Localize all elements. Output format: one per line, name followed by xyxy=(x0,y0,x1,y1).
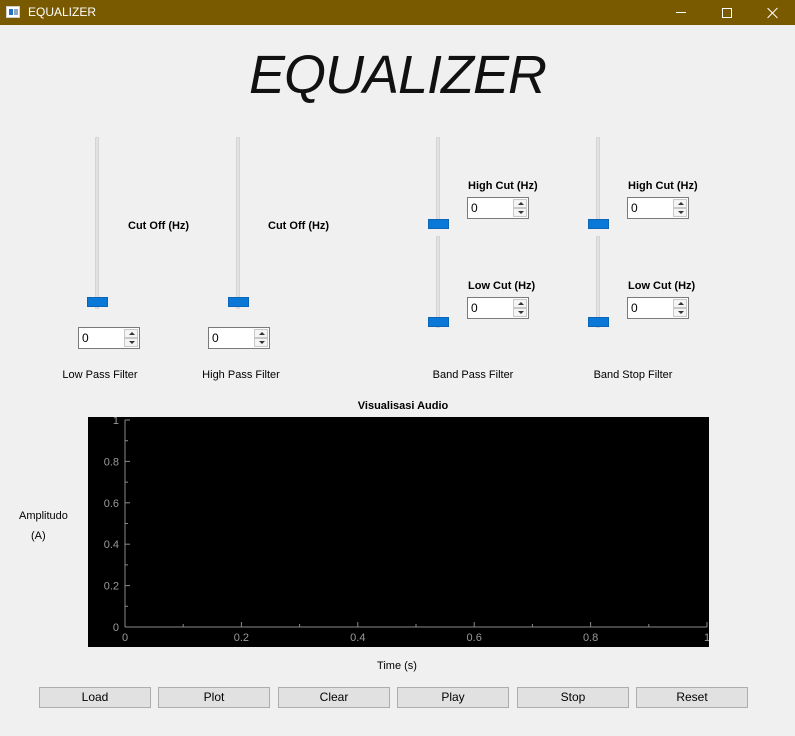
high-pass-cutoff-value: 0 xyxy=(212,331,219,345)
band-stop-low-cut-spinbox[interactable]: 0 xyxy=(627,297,689,319)
spin-down-icon[interactable] xyxy=(513,208,527,217)
title-bar: EQUALIZER xyxy=(0,0,795,25)
low-pass-slider-handle[interactable] xyxy=(87,297,108,307)
band-pass-high-slider-track[interactable] xyxy=(436,137,440,229)
x-axis-label: Time (s) xyxy=(377,660,417,672)
band-pass-high-cut-value: 0 xyxy=(471,201,478,215)
spin-up-icon[interactable] xyxy=(673,199,687,208)
high-pass-cutoff-spinbox[interactable]: 0 xyxy=(208,327,270,349)
low-pass-cutoff-label: Cut Off (Hz) xyxy=(128,220,190,232)
band-pass-filter-label: Band Pass Filter xyxy=(432,369,514,381)
maximize-icon xyxy=(722,7,732,18)
plot-canvas: 0 0.2 0.4 0.6 0.8 1 0 0.2 0.4 0.6 0.8 1 xyxy=(104,417,709,644)
stop-button[interactable]: Stop xyxy=(517,687,629,708)
audio-plot[interactable]: 0 0.2 0.4 0.6 0.8 1 0 0.2 0.4 0.6 0.8 1 xyxy=(88,417,709,647)
low-pass-slider-track[interactable] xyxy=(95,137,99,309)
high-pass-slider-handle[interactable] xyxy=(228,297,249,307)
low-pass-filter-label: Low Pass Filter xyxy=(62,369,138,381)
equalizer-window: EQUALIZER EQUALIZER Cut Off (Hz) 0 Low P… xyxy=(0,0,795,736)
y-tick-label: 0.8 xyxy=(104,456,119,468)
x-tick-label: 1 xyxy=(704,632,709,644)
close-button[interactable] xyxy=(750,0,795,25)
spin-down-icon[interactable] xyxy=(254,338,268,347)
minimize-icon xyxy=(676,12,686,13)
band-pass-low-cut-spinbox[interactable]: 0 xyxy=(467,297,529,319)
band-stop-high-cut-spinbox[interactable]: 0 xyxy=(627,197,689,219)
load-button[interactable]: Load xyxy=(39,687,151,708)
low-pass-cutoff-value: 0 xyxy=(82,331,89,345)
window-title: EQUALIZER xyxy=(28,5,97,19)
y-tick-label: 0.2 xyxy=(104,581,119,593)
spin-down-icon[interactable] xyxy=(673,208,687,217)
high-pass-slider-track[interactable] xyxy=(236,137,240,309)
band-pass-low-slider-handle[interactable] xyxy=(428,317,449,327)
maximize-button[interactable] xyxy=(704,0,750,25)
spin-up-icon[interactable] xyxy=(254,329,268,338)
clear-button[interactable]: Clear xyxy=(278,687,390,708)
spin-down-icon[interactable] xyxy=(124,338,138,347)
spin-up-icon[interactable] xyxy=(513,299,527,308)
y-axis-unit: (A) xyxy=(31,530,46,542)
band-stop-low-slider-handle[interactable] xyxy=(588,317,609,327)
chart-title: Visualisasi Audio xyxy=(357,400,449,412)
spin-up-icon[interactable] xyxy=(673,299,687,308)
x-tick-label: 0.4 xyxy=(350,632,365,644)
close-icon xyxy=(767,7,779,19)
band-stop-filter-label: Band Stop Filter xyxy=(593,369,673,381)
spin-down-icon[interactable] xyxy=(673,308,687,317)
band-stop-low-cut-value: 0 xyxy=(631,301,638,315)
band-stop-low-cut-label: Low Cut (Hz) xyxy=(628,280,696,292)
band-stop-high-cut-value: 0 xyxy=(631,201,638,215)
band-pass-high-cut-spinbox[interactable]: 0 xyxy=(467,197,529,219)
band-pass-high-cut-label: High Cut (Hz) xyxy=(468,180,538,192)
x-tick-label: 0 xyxy=(122,632,128,644)
spin-up-icon[interactable] xyxy=(513,199,527,208)
minimize-button[interactable] xyxy=(658,0,704,25)
low-pass-cutoff-spinbox[interactable]: 0 xyxy=(78,327,140,349)
band-pass-low-cut-label: Low Cut (Hz) xyxy=(468,280,536,292)
reset-button[interactable]: Reset xyxy=(636,687,748,708)
y-tick-label: 0.4 xyxy=(104,539,119,551)
high-pass-cutoff-label: Cut Off (Hz) xyxy=(268,220,330,232)
spin-up-icon[interactable] xyxy=(124,329,138,338)
plot-button[interactable]: Plot xyxy=(158,687,270,708)
play-button[interactable]: Play xyxy=(397,687,509,708)
band-pass-low-slider-track[interactable] xyxy=(436,236,440,328)
band-stop-high-slider-track[interactable] xyxy=(596,137,600,229)
x-tick-label: 0.2 xyxy=(234,632,249,644)
high-pass-filter-label: High Pass Filter xyxy=(202,369,280,381)
band-pass-high-slider-handle[interactable] xyxy=(428,219,449,229)
y-tick-label: 0 xyxy=(113,622,119,634)
band-stop-low-slider-track[interactable] xyxy=(596,236,600,328)
x-tick-label: 0.6 xyxy=(467,632,482,644)
y-tick-label: 1 xyxy=(113,417,119,427)
band-pass-low-cut-value: 0 xyxy=(471,301,478,315)
y-axis-label: Amplitudo xyxy=(19,510,68,522)
page-title: EQUALIZER xyxy=(248,45,547,105)
x-tick-label: 0.8 xyxy=(583,632,598,644)
y-tick-label: 0.6 xyxy=(104,498,119,510)
band-stop-high-cut-label: High Cut (Hz) xyxy=(628,180,698,192)
spin-down-icon[interactable] xyxy=(513,308,527,317)
band-stop-high-slider-handle[interactable] xyxy=(588,219,609,229)
app-icon xyxy=(6,6,20,18)
